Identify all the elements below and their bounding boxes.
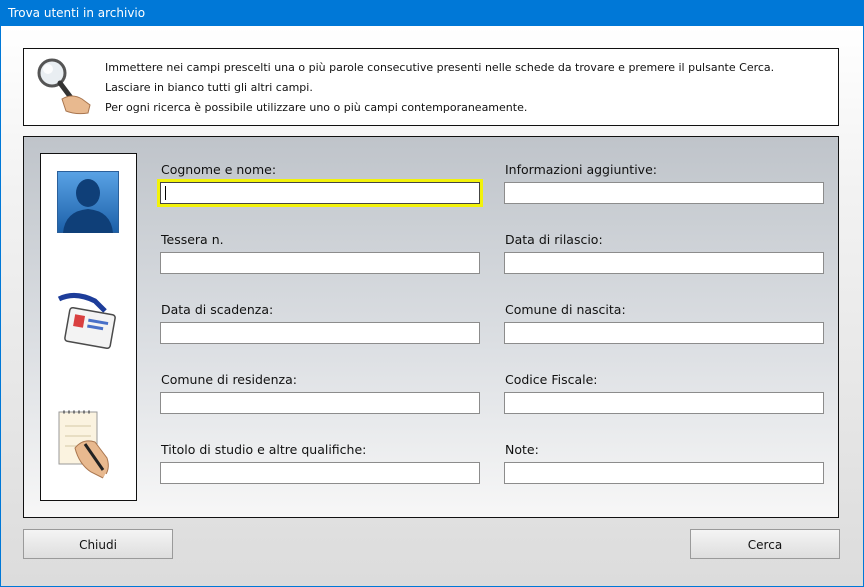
informazioni-aggiuntive-input[interactable] — [504, 182, 824, 204]
label-note: Note: — [505, 442, 539, 457]
tessera-input[interactable] — [160, 252, 480, 274]
note-input[interactable] — [504, 462, 824, 484]
user-silhouette-icon — [57, 171, 119, 233]
label-data-rilascio: Data di rilascio: — [505, 232, 603, 247]
id-badge-icon — [57, 293, 116, 350]
icon-column — [40, 153, 137, 501]
titolo-studio-input[interactable] — [160, 462, 480, 484]
window: Trova utenti in archivio Immettere nei c… — [0, 0, 864, 587]
codice-fiscale-input[interactable] — [504, 392, 824, 414]
data-scadenza-input[interactable] — [160, 322, 480, 344]
label-data-scadenza: Data di scadenza: — [161, 302, 274, 317]
text-caret — [165, 186, 166, 200]
label-tessera: Tessera n. — [161, 232, 224, 247]
label-titolo-studio: Titolo di studio e altre qualifiche: — [161, 442, 367, 457]
label-informazioni-aggiuntive: Informazioni aggiuntive: — [505, 162, 657, 177]
label-cognome-nome: Cognome e nome: — [161, 162, 277, 177]
close-button[interactable]: Chiudi — [23, 529, 173, 559]
label-codice-fiscale: Codice Fiscale: — [505, 372, 598, 387]
cognome-nome-input[interactable] — [157, 179, 483, 207]
comune-nascita-input[interactable] — [504, 322, 824, 344]
notepad-writing-icon — [58, 410, 120, 488]
search-button[interactable]: Cerca — [690, 529, 840, 559]
label-comune-nascita: Comune di nascita: — [505, 302, 626, 317]
comune-residenza-input[interactable] — [160, 392, 480, 414]
instructions-line-2: Lasciare in bianco tutti gli altri campi… — [105, 81, 313, 94]
search-form: Cognome e nome: Informazioni aggiuntive:… — [23, 136, 839, 518]
instructions-text: Immettere nei campi prescelti una o più … — [105, 58, 774, 118]
label-comune-residenza: Comune di residenza: — [161, 372, 297, 387]
instructions-line-1: Immettere nei campi prescelti una o più … — [105, 61, 775, 74]
dialog-body: Immettere nei campi prescelti una o più … — [1, 26, 863, 586]
window-title: Trova utenti in archivio — [8, 6, 146, 20]
magnifier-icon — [37, 58, 91, 115]
instructions-line-3: Per ogni ricerca è possibile utilizzare … — [105, 101, 528, 114]
instructions-panel: Immettere nei campi prescelti una o più … — [23, 48, 839, 126]
data-rilascio-input[interactable] — [504, 252, 824, 274]
